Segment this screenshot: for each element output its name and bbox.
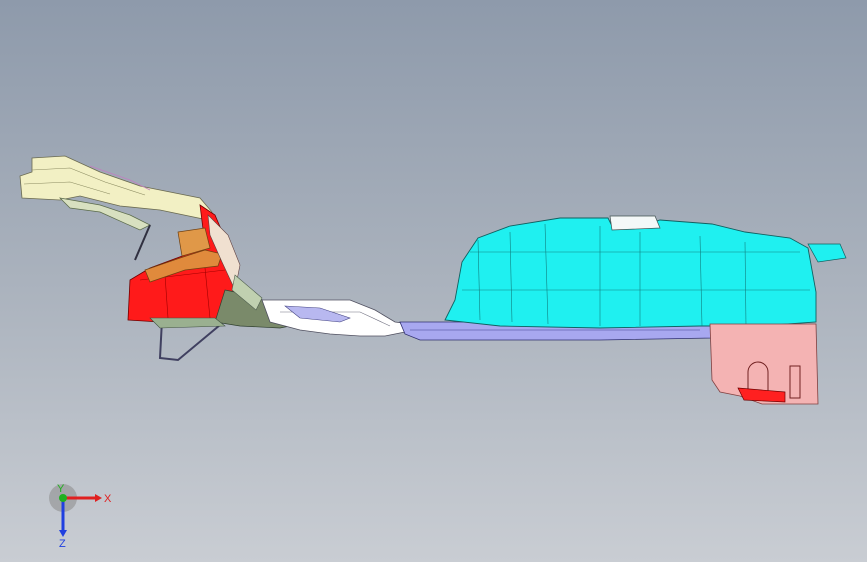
- x-axis-label: X: [104, 493, 112, 505]
- coordinate-triad: X Y Z: [49, 483, 112, 548]
- x-axis-arrowhead: [95, 494, 102, 502]
- y-axis-label: Y: [57, 483, 65, 495]
- z-axis-arrowhead: [59, 530, 67, 537]
- z-axis-label: Z: [59, 538, 66, 548]
- y-axis-dot: [59, 494, 67, 502]
- cad-viewport[interactable]: X Y Z: [0, 0, 867, 562]
- cad-model[interactable]: [0, 0, 867, 562]
- fuel-tank-part[interactable]: [444, 215, 847, 329]
- front-bracket-part[interactable]: [19, 155, 213, 231]
- rear-bracket-part[interactable]: [709, 323, 819, 405]
